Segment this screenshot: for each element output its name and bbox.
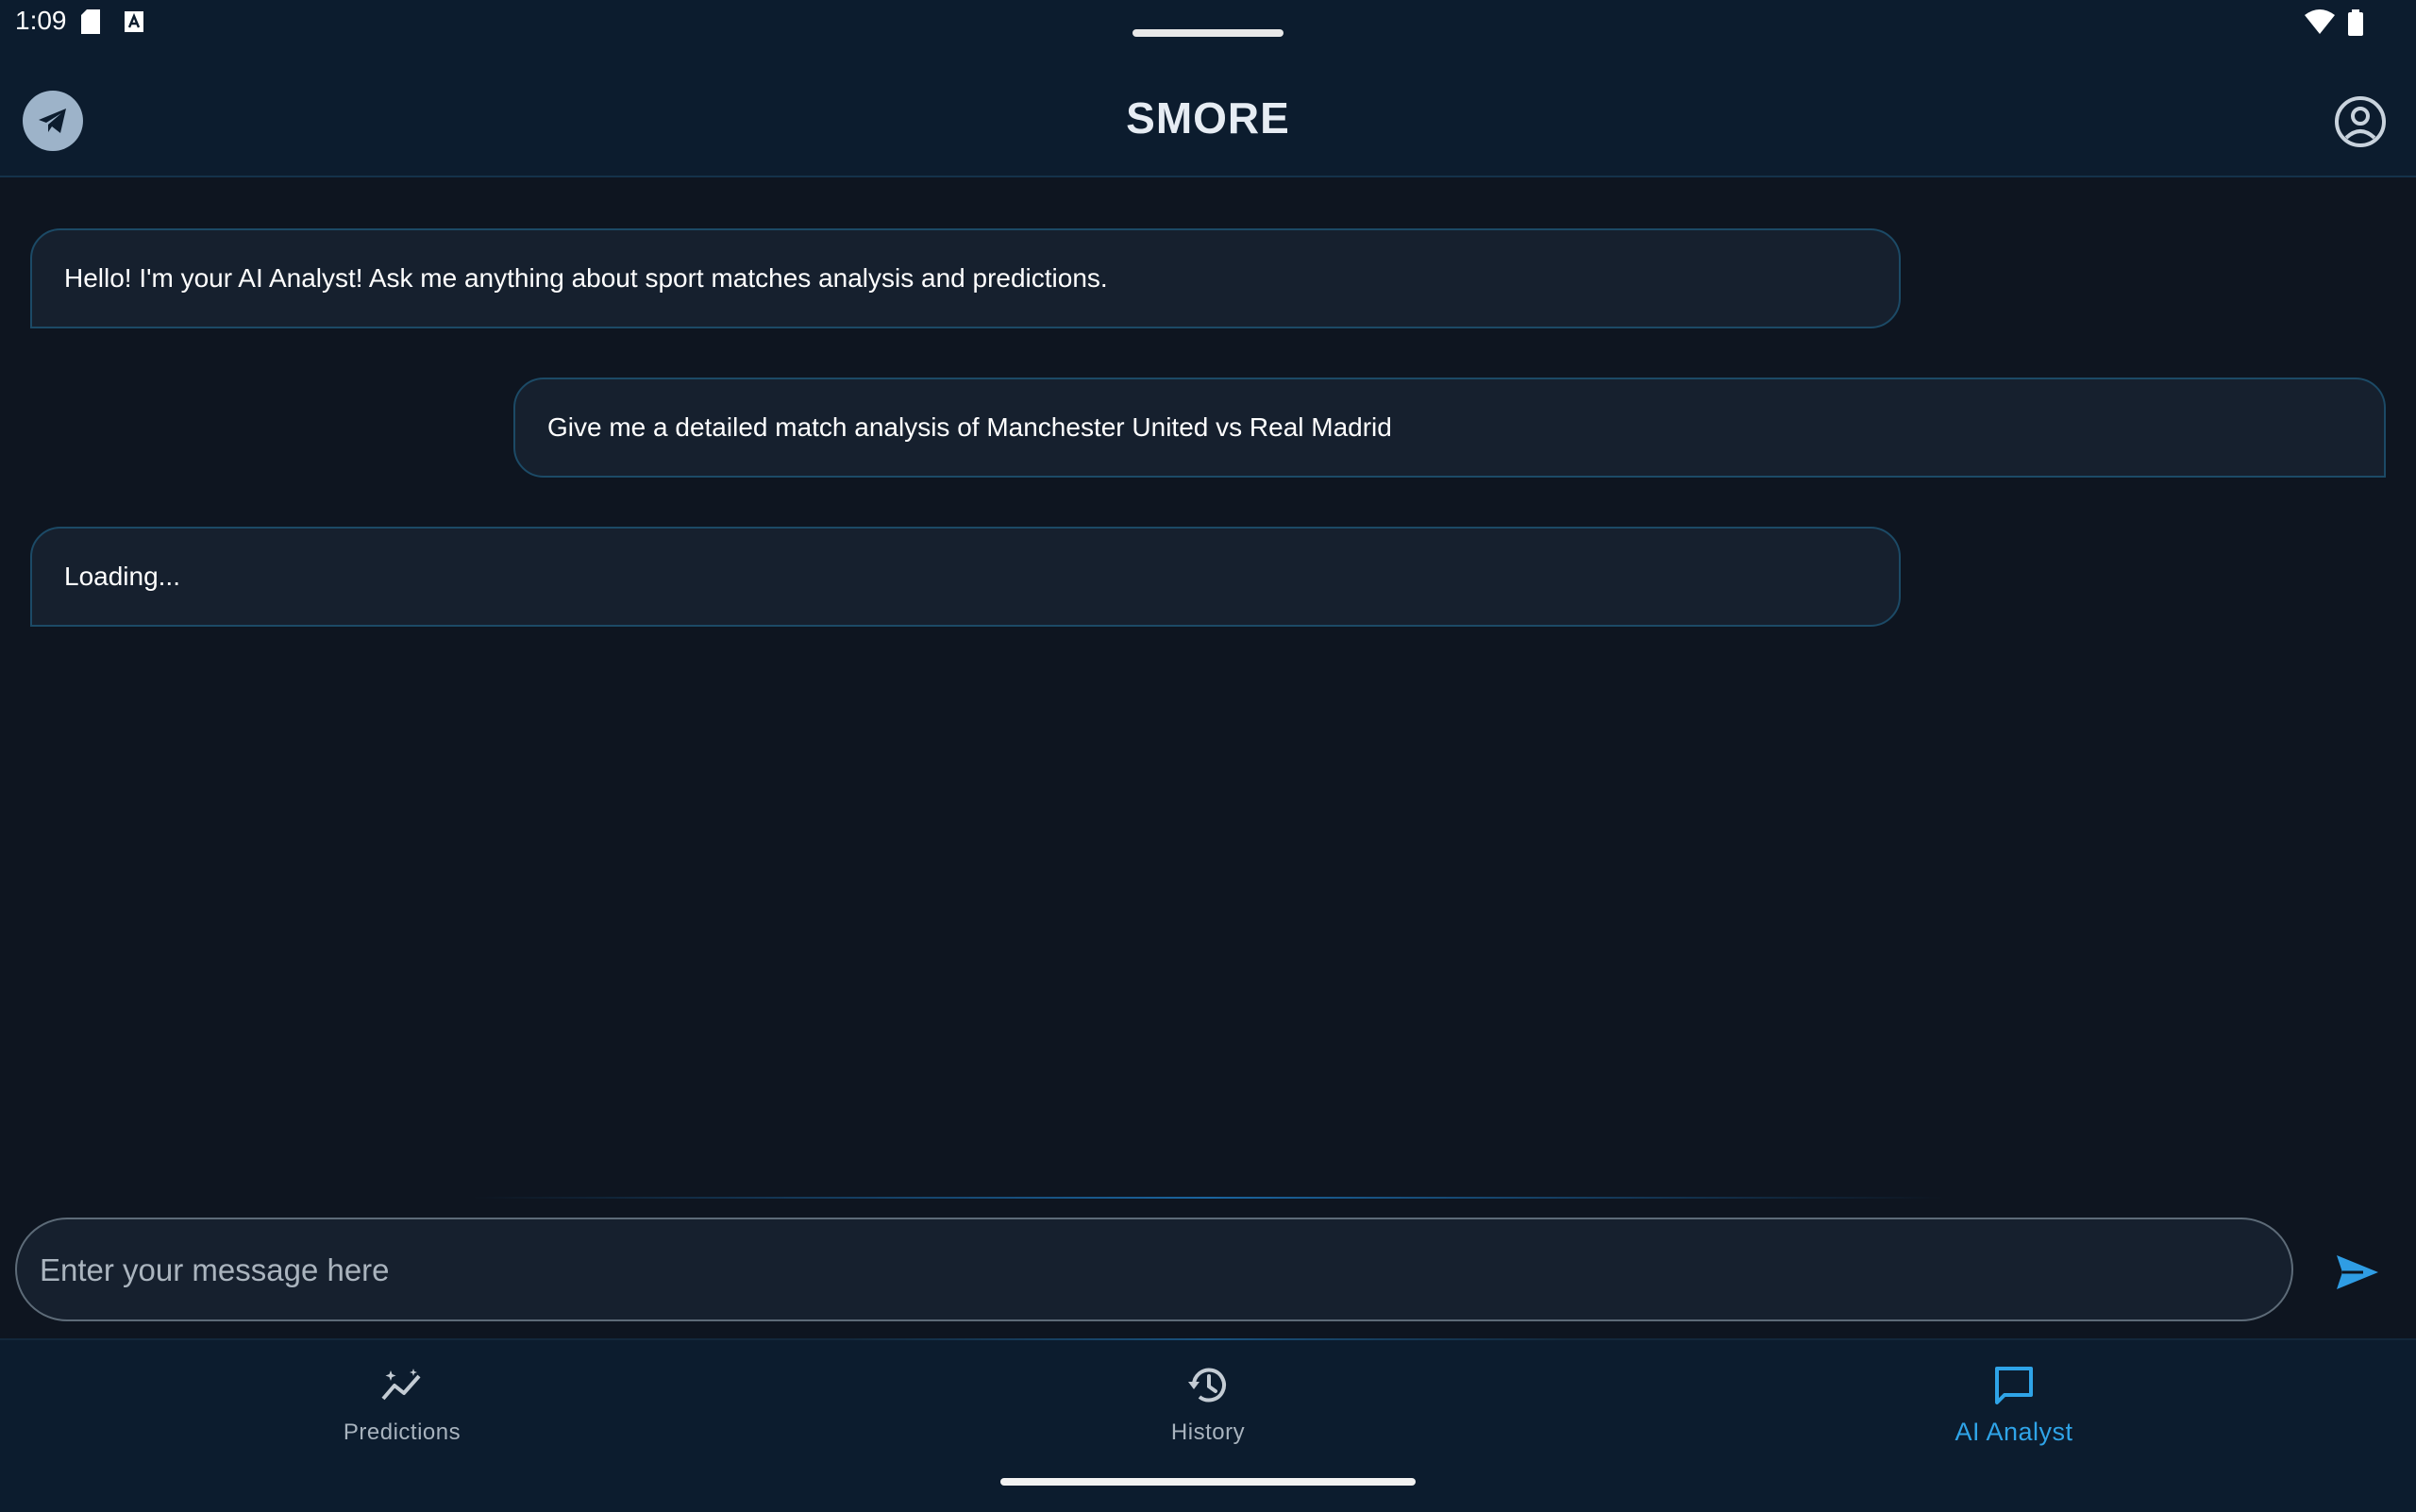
- keyboard-a-icon: [125, 11, 143, 37]
- battery-icon: [2347, 9, 2364, 41]
- send-button[interactable]: [2327, 1242, 2388, 1302]
- top-drag-handle[interactable]: [1132, 29, 1284, 37]
- composer-divider: [472, 1197, 1944, 1199]
- bottom-navigation: Predictions History AI Analyst: [0, 1338, 2416, 1512]
- nav-label-ai-analyst: AI Analyst: [1955, 1418, 2073, 1446]
- ai-message-bubble: Hello! I'm your AI Analyst! Ask me anyth…: [30, 228, 1901, 328]
- nav-label-history: History: [1170, 1420, 1246, 1445]
- predictions-chart-icon: [381, 1369, 421, 1401]
- profile-button[interactable]: [2333, 94, 2388, 149]
- message-text: Hello! I'm your AI Analyst! Ask me anyth…: [64, 263, 1108, 293]
- nav-item-predictions[interactable]: Predictions: [232, 1359, 572, 1463]
- nav-label-predictions: Predictions: [343, 1420, 461, 1445]
- app-title: SMORE: [1126, 93, 1290, 143]
- app-header: SMORE: [0, 45, 2416, 177]
- status-time: 1:09: [15, 6, 67, 35]
- nav-item-ai-analyst[interactable]: AI Analyst: [1844, 1359, 2184, 1463]
- ai-loading-bubble: Loading...: [30, 527, 1901, 627]
- account-circle-icon: [2335, 96, 2386, 147]
- history-icon: [1188, 1368, 1226, 1403]
- message-input[interactable]: [38, 1219, 2269, 1321]
- status-bar: 1:09: [0, 0, 2416, 45]
- wifi-icon: [2305, 9, 2335, 39]
- send-icon: [2337, 1255, 2378, 1289]
- home-gesture-handle[interactable]: [1000, 1478, 1416, 1486]
- message-input-container: [15, 1218, 2293, 1321]
- chat-bubble-icon: [1995, 1367, 2033, 1404]
- message-text: Loading...: [64, 562, 180, 591]
- message-text: Give me a detailed match analysis of Man…: [547, 412, 1392, 442]
- nav-divider-glow: [849, 1338, 1567, 1340]
- chat-messages[interactable]: Hello! I'm your AI Analyst! Ask me anyth…: [0, 177, 2416, 1197]
- nav-item-history[interactable]: History: [1038, 1359, 1378, 1463]
- user-message-bubble: Give me a detailed match analysis of Man…: [513, 378, 2386, 478]
- sd-card-icon: [81, 9, 100, 39]
